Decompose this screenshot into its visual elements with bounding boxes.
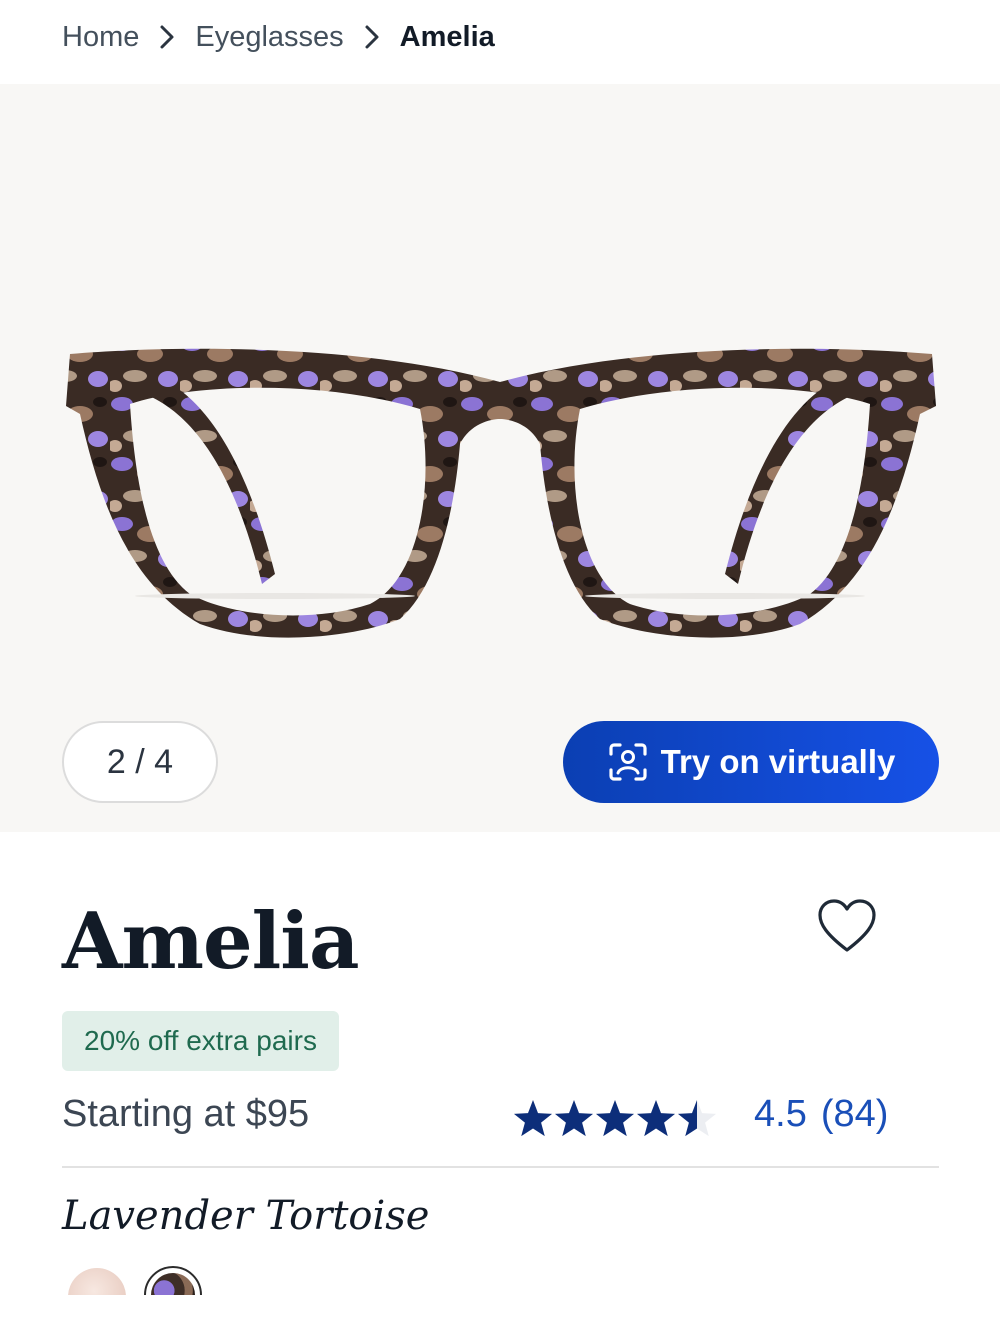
divider <box>62 1166 939 1168</box>
star-icon <box>595 1100 635 1137</box>
color-swatches <box>62 1262 222 1295</box>
try-on-label: Try on virtually <box>660 743 896 780</box>
breadcrumb: Home Eyeglasses Amelia <box>62 16 495 58</box>
price-text: Starting at $95 <box>62 1093 310 1135</box>
product-title: Amelia <box>62 896 359 987</box>
breadcrumb-eyeglasses-link[interactable]: Eyeglasses <box>195 21 343 54</box>
chevron-right-icon <box>344 24 400 50</box>
color-swatch-selected[interactable] <box>144 1266 202 1295</box>
rating-count: (84) <box>820 1093 889 1135</box>
image-counter: 2 / 4 <box>62 721 218 803</box>
promo-badge: 20% off extra pairs <box>62 1011 339 1071</box>
color-name: Lavender Tortoise <box>62 1193 430 1239</box>
heart-outline-icon[interactable] <box>816 896 878 958</box>
star-icon <box>513 1100 553 1137</box>
star-rating[interactable] <box>512 1097 717 1141</box>
rating-value: 4.5 <box>754 1093 807 1135</box>
breadcrumb-current: Amelia <box>399 20 495 53</box>
star-icon <box>636 1100 676 1137</box>
try-on-virtually-button[interactable]: Try on virtually <box>563 721 939 803</box>
rating-link[interactable]: 4.5 (84) <box>754 1093 888 1136</box>
chevron-right-icon <box>139 24 195 50</box>
breadcrumb-home-link[interactable]: Home <box>62 21 139 54</box>
face-scan-icon <box>609 743 647 781</box>
product-image-eyeglasses <box>66 348 936 638</box>
product-image-gallery[interactable]: 2 / 4 Try on virtually <box>0 84 1000 832</box>
star-icon <box>554 1100 594 1137</box>
color-swatch[interactable] <box>68 1268 126 1295</box>
